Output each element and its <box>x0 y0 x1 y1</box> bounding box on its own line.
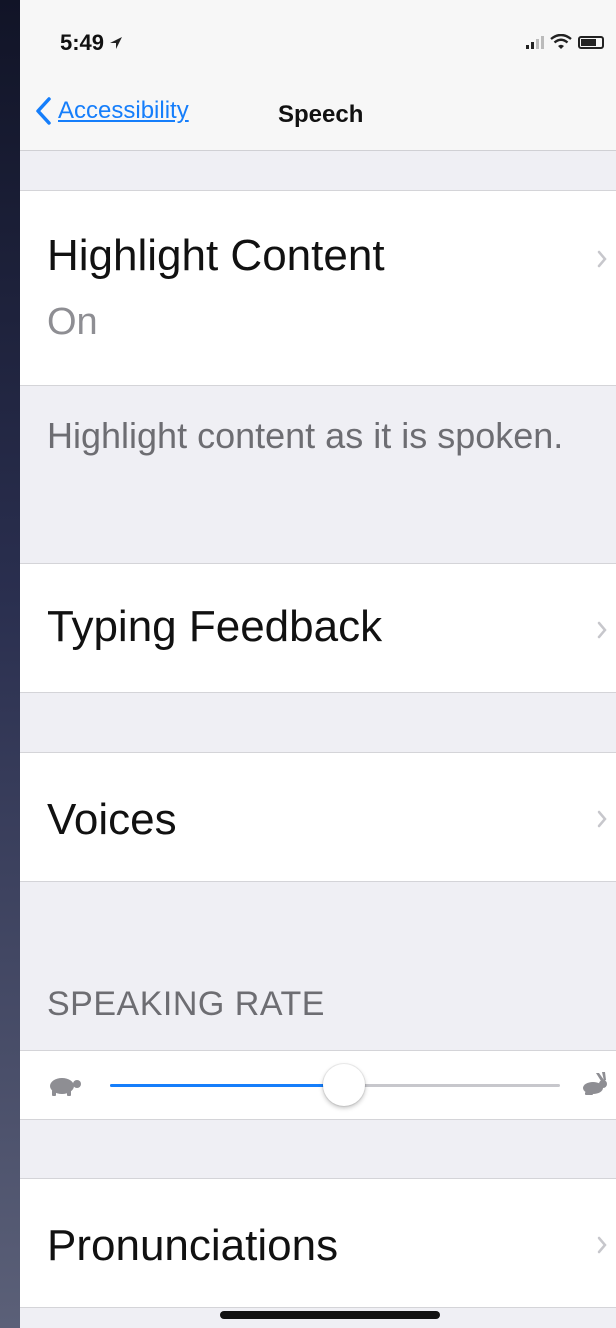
pronunciations-title: Pronunciations <box>47 1221 339 1270</box>
highlight-content-value: On <box>47 301 98 343</box>
turtle-icon <box>50 1078 81 1096</box>
back-chevron-icon <box>36 97 51 125</box>
speaking-rate-row <box>20 1050 616 1120</box>
back-button[interactable]: Accessibility <box>34 96 189 126</box>
chevron-right-icon <box>597 250 607 268</box>
speaking-rate-slider-thumb[interactable] <box>323 1064 365 1106</box>
status-icons <box>526 34 604 50</box>
speaking-rate-slider[interactable] <box>110 1064 560 1106</box>
chevron-right-icon <box>597 621 607 639</box>
location-arrow-icon <box>110 37 123 49</box>
voices-cell[interactable]: Voices <box>20 752 616 882</box>
page-title: Speech <box>278 101 364 128</box>
highlight-content-cell[interactable]: Highlight Content On <box>20 190 616 386</box>
signal-icon <box>526 35 544 49</box>
speaking-rate-header: SPEAKING RATE <box>47 985 325 1023</box>
wifi-icon <box>550 34 572 49</box>
typing-feedback-title: Typing Feedback <box>47 602 383 651</box>
navigation-bar: Accessibility Speech <box>20 80 616 151</box>
hare-icon <box>583 1072 607 1095</box>
typing-feedback-cell[interactable]: Typing Feedback <box>20 563 616 693</box>
chevron-right-icon <box>597 1236 607 1254</box>
voices-title: Voices <box>47 795 177 844</box>
phone-screen: 5:49 Accessibility Speech Highlight Cont… <box>20 0 616 1328</box>
battery-icon <box>578 35 604 49</box>
status-time: 5:49 <box>60 30 105 55</box>
chevron-right-icon <box>597 810 607 828</box>
highlight-content-title: Highlight Content <box>47 231 385 280</box>
status-bar: 5:49 <box>20 0 616 80</box>
speaking-rate-slider-fill <box>110 1084 344 1087</box>
home-indicator[interactable] <box>220 1311 440 1319</box>
back-button-label: Accessibility <box>58 97 189 124</box>
highlight-content-footer: Highlight content as it is spoken. <box>47 415 564 456</box>
pronunciations-cell[interactable]: Pronunciations <box>20 1178 616 1308</box>
status-time-group: 5:49 <box>60 30 124 56</box>
